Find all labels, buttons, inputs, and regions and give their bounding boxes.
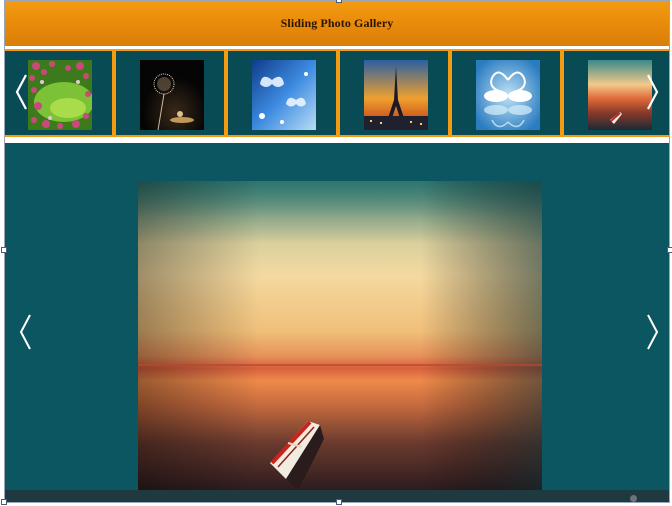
main-photo-boat-on-sunset-lake bbox=[138, 181, 542, 493]
main-prev-arrow[interactable] bbox=[18, 313, 32, 356]
resize-handle-bottom[interactable] bbox=[336, 499, 342, 505]
thumbnail-cell-2[interactable] bbox=[116, 51, 224, 135]
thumbnail-swans-heart[interactable] bbox=[476, 60, 540, 130]
thumbnail-dandelion-sunset[interactable] bbox=[140, 60, 204, 130]
thumbnail-next-arrow[interactable] bbox=[646, 73, 660, 118]
main-next-arrow[interactable] bbox=[646, 313, 660, 356]
resize-handle-right[interactable] bbox=[667, 247, 672, 253]
thumbnail-strip bbox=[4, 49, 670, 137]
thumbnail-cell-4[interactable] bbox=[340, 51, 448, 135]
resize-handle-top[interactable] bbox=[336, 0, 342, 3]
thumbnail-boat-sunset[interactable] bbox=[588, 60, 652, 130]
thumbnail-cell-5[interactable] bbox=[452, 51, 560, 135]
resize-handle-bottom-left[interactable] bbox=[1, 499, 7, 505]
header-bar: Sliding Photo Gallery bbox=[4, 0, 670, 46]
thumbnail-cell-3[interactable] bbox=[228, 51, 336, 135]
thumbnail-prev-arrow[interactable] bbox=[14, 73, 28, 118]
status-dot-icon bbox=[630, 495, 637, 502]
resize-handle-left[interactable] bbox=[1, 247, 7, 253]
page-title: Sliding Photo Gallery bbox=[280, 15, 394, 30]
thumbnail-pink-flowers[interactable] bbox=[28, 60, 92, 130]
thumbnail-blue-butterflies[interactable] bbox=[252, 60, 316, 130]
main-stage bbox=[4, 143, 670, 493]
thumbnail-eiffel-tower-sunset[interactable] bbox=[364, 60, 428, 130]
